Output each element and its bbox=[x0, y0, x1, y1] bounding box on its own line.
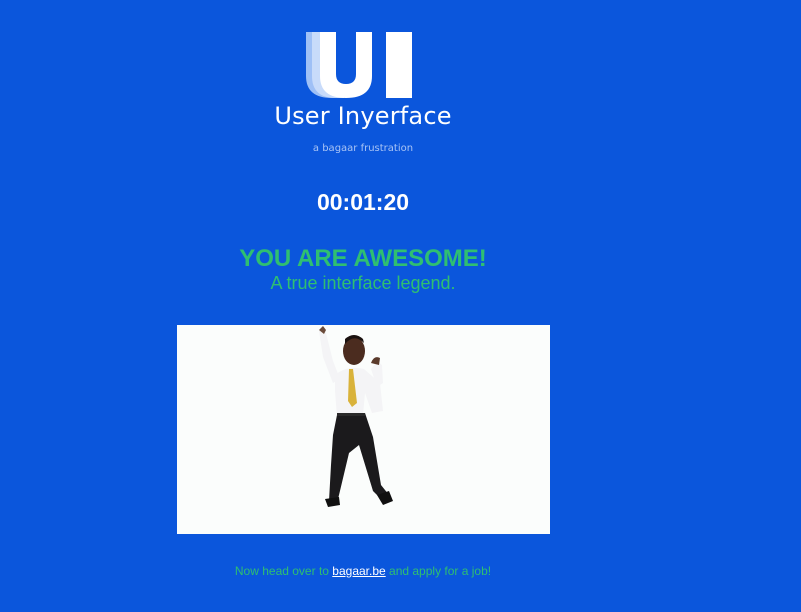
ui-logo-icon bbox=[306, 32, 412, 98]
bagaar-link[interactable]: bagaar.be bbox=[332, 564, 385, 578]
footer-text-after: and apply for a job! bbox=[389, 564, 492, 578]
footer-note: Now head over to bagaar.be and apply for… bbox=[163, 564, 563, 578]
app-tagline: a bagaar frustration bbox=[312, 143, 414, 154]
success-headline: YOU ARE AWESOME! bbox=[239, 245, 487, 272]
footer-text-before: Now head over to bbox=[234, 564, 329, 578]
dancing-person-image bbox=[177, 325, 550, 534]
timer-display: 00:01:20 bbox=[316, 189, 410, 215]
app-title: User Inyerface bbox=[274, 102, 452, 130]
result-page: User Inyerface a bagaar frustration 00:0… bbox=[0, 0, 801, 612]
success-subheadline: A true interface legend. bbox=[270, 273, 456, 293]
